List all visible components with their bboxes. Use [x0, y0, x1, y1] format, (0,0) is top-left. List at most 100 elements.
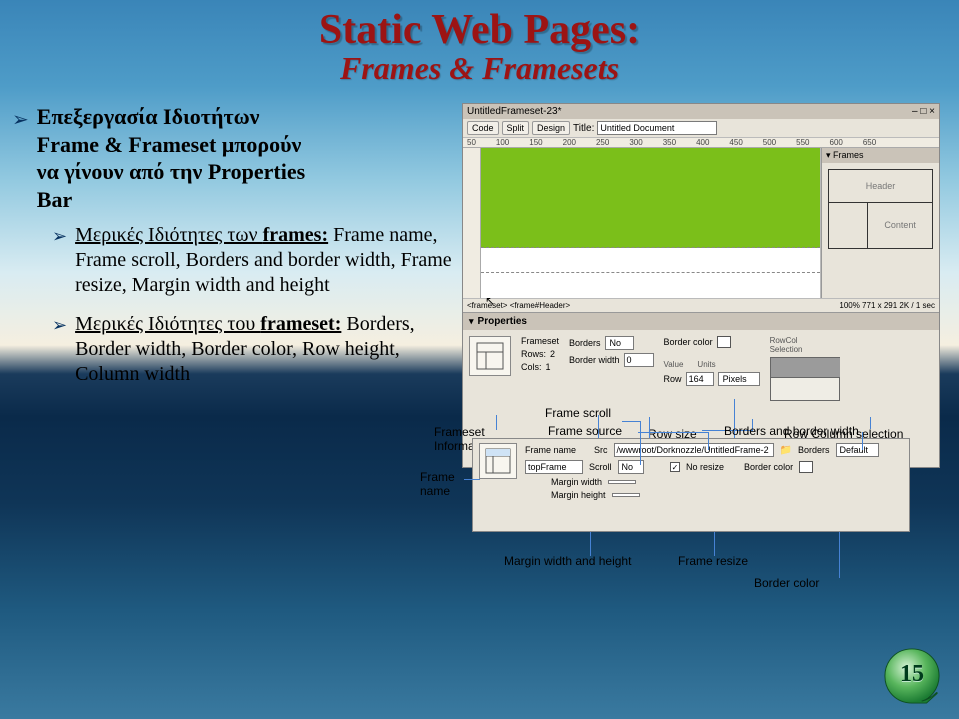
row-label: Row	[664, 374, 682, 384]
ruler-tick: 500	[763, 138, 776, 147]
horizontal-ruler: 50 100 150 200 250 300 350 400 450 500 5…	[463, 138, 939, 148]
cols-value: 1	[546, 362, 551, 372]
document-tab-title: UntitledFrameset-23*	[467, 106, 561, 117]
vertical-ruler	[463, 148, 481, 298]
content-frame	[481, 273, 820, 298]
top-bullet-line4: Bar	[37, 187, 72, 212]
rows-label: Rows:	[521, 349, 546, 359]
ruler-tick: 400	[696, 138, 709, 147]
annotation-frame-source: Frame source	[548, 424, 622, 438]
noresize-label: No resize	[686, 462, 724, 472]
page-title: Static Web Pages:	[0, 0, 959, 54]
border-width-label: Border width	[569, 355, 620, 365]
annotation-frame-name: Frame name	[420, 470, 466, 498]
ruler-tick: 450	[729, 138, 742, 147]
design-button[interactable]: Design	[532, 121, 570, 135]
annotation-line	[638, 432, 708, 433]
border-width-input[interactable]: 0	[624, 353, 654, 367]
border-color-swatch[interactable]	[717, 336, 731, 348]
annotation-margin-width-height: Margin width and height	[504, 554, 631, 568]
frameset-label: Frameset	[521, 336, 559, 346]
folder-icon[interactable]: 📁	[780, 445, 792, 456]
annotation-line	[714, 532, 715, 556]
src-input[interactable]: /wwwroot/Dorknozzle/UntitledFrame-2	[614, 443, 774, 457]
sub-bullet-2: ➢ Μερικές Ιδιότητες του frameset: Border…	[52, 312, 452, 387]
frames-content-cell[interactable]: Content	[868, 203, 932, 248]
annotation-line	[464, 479, 480, 480]
frames-left-cell[interactable]	[829, 203, 868, 248]
frame-name-label: Frame name	[525, 445, 576, 455]
ruler-tick: 550	[796, 138, 809, 147]
split-button[interactable]: Split	[502, 121, 530, 135]
frames-header-cell[interactable]: Header	[829, 170, 932, 203]
margin-width-label: Margin width	[551, 477, 602, 487]
page-subtitle: Frames & Framesets	[0, 50, 959, 87]
annotation-line	[839, 532, 840, 578]
top-bullet-line2: Frame & Frameset μπορούν	[37, 132, 302, 157]
rows-value: 2	[550, 349, 555, 359]
document-title-input[interactable]: Untitled Document	[597, 121, 717, 135]
cursor-icon: ↖	[485, 294, 495, 308]
annotation-line	[870, 417, 871, 429]
borders-label: Borders	[798, 445, 830, 455]
margin-height-label: Margin height	[551, 490, 606, 500]
bullet-arrow-icon: ➢	[52, 223, 67, 298]
bullet-arrow-icon: ➢	[12, 103, 29, 213]
annotation-line	[590, 532, 591, 556]
dreamweaver-frame-properties-screenshot: Frame name Src /wwwroot/Dorknozzle/Untit…	[472, 438, 910, 532]
frame-icon	[479, 443, 517, 479]
annotation-line	[496, 415, 497, 430]
ruler-tick: 100	[496, 138, 509, 147]
row-value-input[interactable]: 164	[686, 372, 714, 386]
borders-select[interactable]: Default	[836, 443, 880, 457]
document-view[interactable]	[481, 148, 821, 298]
ruler-tick: 150	[529, 138, 542, 147]
frameset-icon	[469, 336, 511, 376]
annotation-borders-border-width: Borders and border width	[724, 424, 859, 438]
top-bullet: ➢ Επεξεργασία Ιδιοτήτων Frame & Frameset…	[12, 103, 452, 213]
tag-selector[interactable]: <frameset> <frame#Header>	[467, 301, 570, 310]
borders-select[interactable]: No	[605, 336, 635, 350]
frames-panel-title[interactable]: ▾ Frames	[822, 148, 939, 163]
ruler-tick: 50	[467, 138, 476, 147]
ruler-tick: 350	[663, 138, 676, 147]
properties-panel-header[interactable]: ▾ Properties	[463, 312, 939, 330]
properties-title: Properties	[478, 316, 527, 327]
page-number-badge: 15	[883, 647, 941, 705]
properties-panel: Frameset Rows: 2 Cols: 1 Borders No	[463, 330, 939, 405]
border-color-swatch[interactable]	[799, 461, 813, 473]
frames-diagram[interactable]: Header Content	[828, 169, 933, 249]
window-controls-icon: – □ ×	[912, 106, 935, 117]
frame-name-input[interactable]: topFrame	[525, 460, 583, 474]
units-select[interactable]: Pixels	[718, 372, 760, 386]
collapse-triangle-icon: ▾	[469, 316, 474, 327]
sub1-head: Μερικές Ιδιότητες των	[75, 224, 263, 246]
ruler-tick: 250	[596, 138, 609, 147]
sub2-key: frameset:	[260, 313, 341, 335]
annotation-frame-scroll: Frame scroll	[545, 406, 611, 420]
borders-label: Borders	[569, 338, 601, 348]
title-label: Title:	[573, 123, 594, 134]
border-color-label: Border color	[744, 462, 793, 472]
annotation-line	[640, 421, 641, 465]
code-button[interactable]: Code	[467, 121, 499, 135]
ruler-tick: 600	[830, 138, 843, 147]
margin-height-input[interactable]	[612, 493, 640, 497]
annotation-line	[708, 432, 709, 450]
sub-bullet-1: ➢ Μερικές Ιδιότητες των frames: Frame na…	[52, 223, 452, 298]
top-bullet-line3: να γίνουν από την Properties	[37, 159, 305, 184]
border-color-label: Border color	[664, 337, 713, 347]
ruler-tick: 650	[863, 138, 876, 147]
rowcol-selection-diagram[interactable]	[770, 357, 840, 401]
ruler-tick: 300	[629, 138, 642, 147]
src-label: Src	[594, 445, 608, 455]
frames-panel: ▾ Frames Header Content	[821, 148, 939, 298]
units-col-label: Units	[697, 360, 715, 369]
header-frame	[481, 148, 820, 248]
margin-width-input[interactable]	[608, 480, 636, 484]
noresize-checkbox[interactable]: ✓	[670, 462, 680, 472]
annotation-frame-resize: Frame resize	[678, 554, 748, 568]
cols-label: Cols:	[521, 362, 542, 372]
status-bar: <frameset> <frame#Header> 100% 771 x 291…	[463, 298, 939, 312]
sub1-key: frames:	[263, 224, 329, 246]
